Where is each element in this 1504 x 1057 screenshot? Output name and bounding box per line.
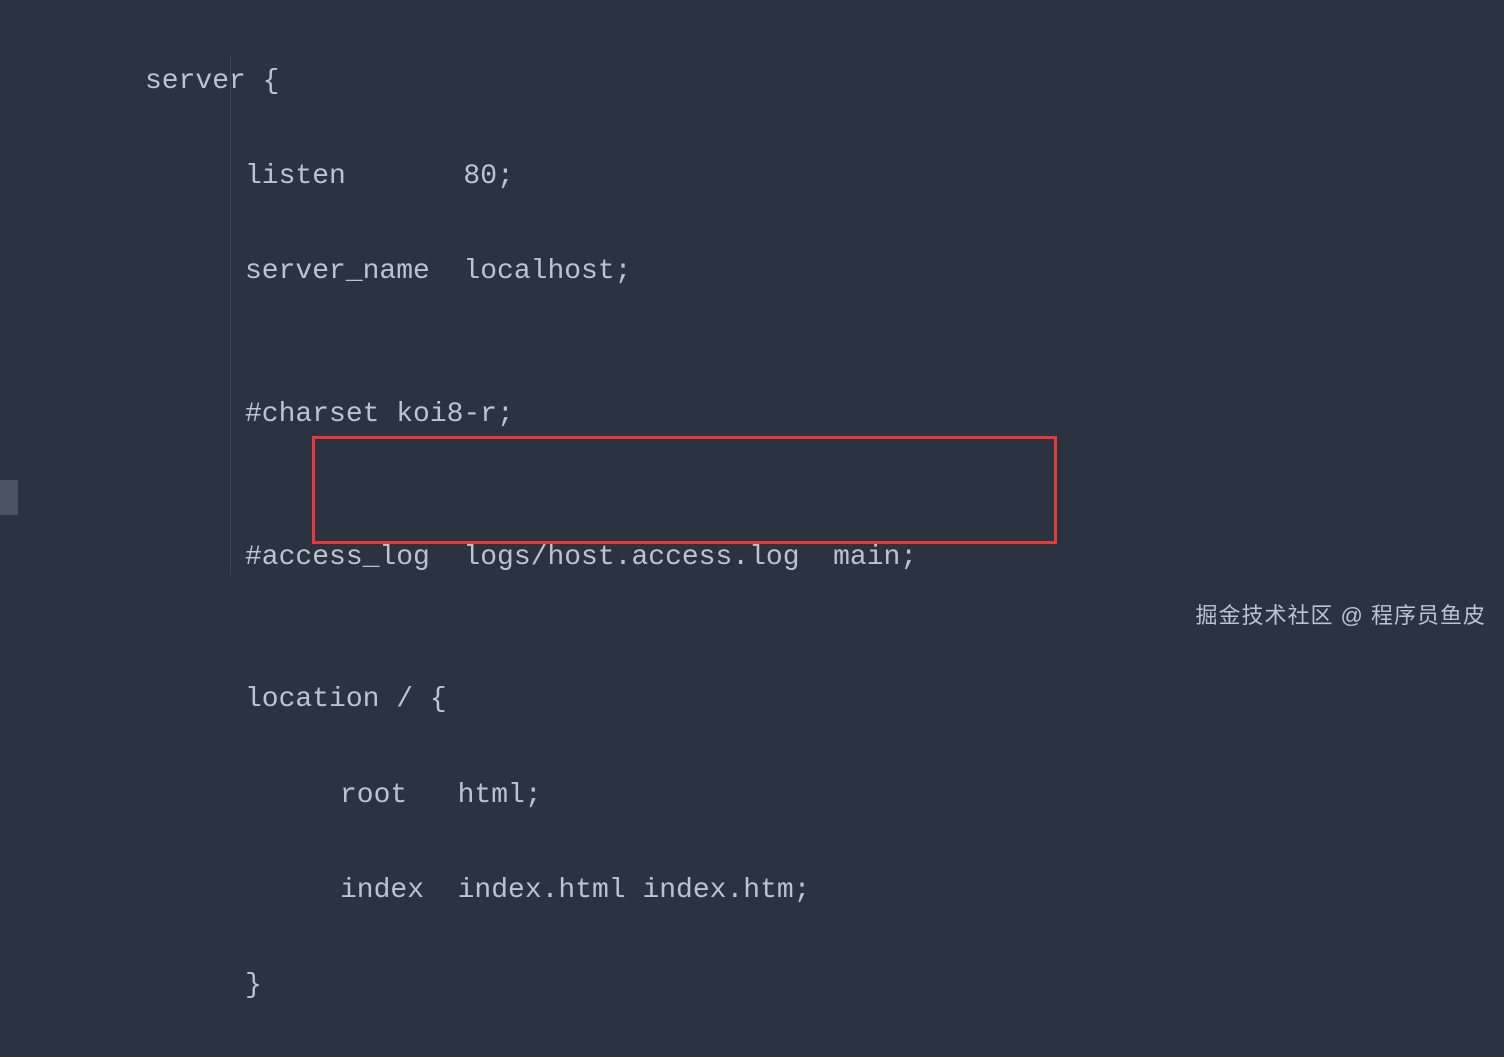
code-line-10: root html; [0,772,1504,820]
code-line-11: index index.html index.htm; [0,867,1504,915]
watermark-text: 掘金技术社区 @ 程序员鱼皮 [1195,598,1486,630]
code-editor[interactable]: server { listen 80; server_name localhos… [0,0,1504,1057]
code-line-5: #charset koi8-r; [0,391,1504,439]
code-line-1: server { [0,58,1504,106]
code-line-2: listen 80; [0,153,1504,201]
code-line-9: location / { [0,676,1504,724]
code-line-7: #access_log logs/host.access.log main; [0,534,1504,582]
code-line-12: } [0,962,1504,1010]
code-line-3: server_name localhost; [0,248,1504,296]
